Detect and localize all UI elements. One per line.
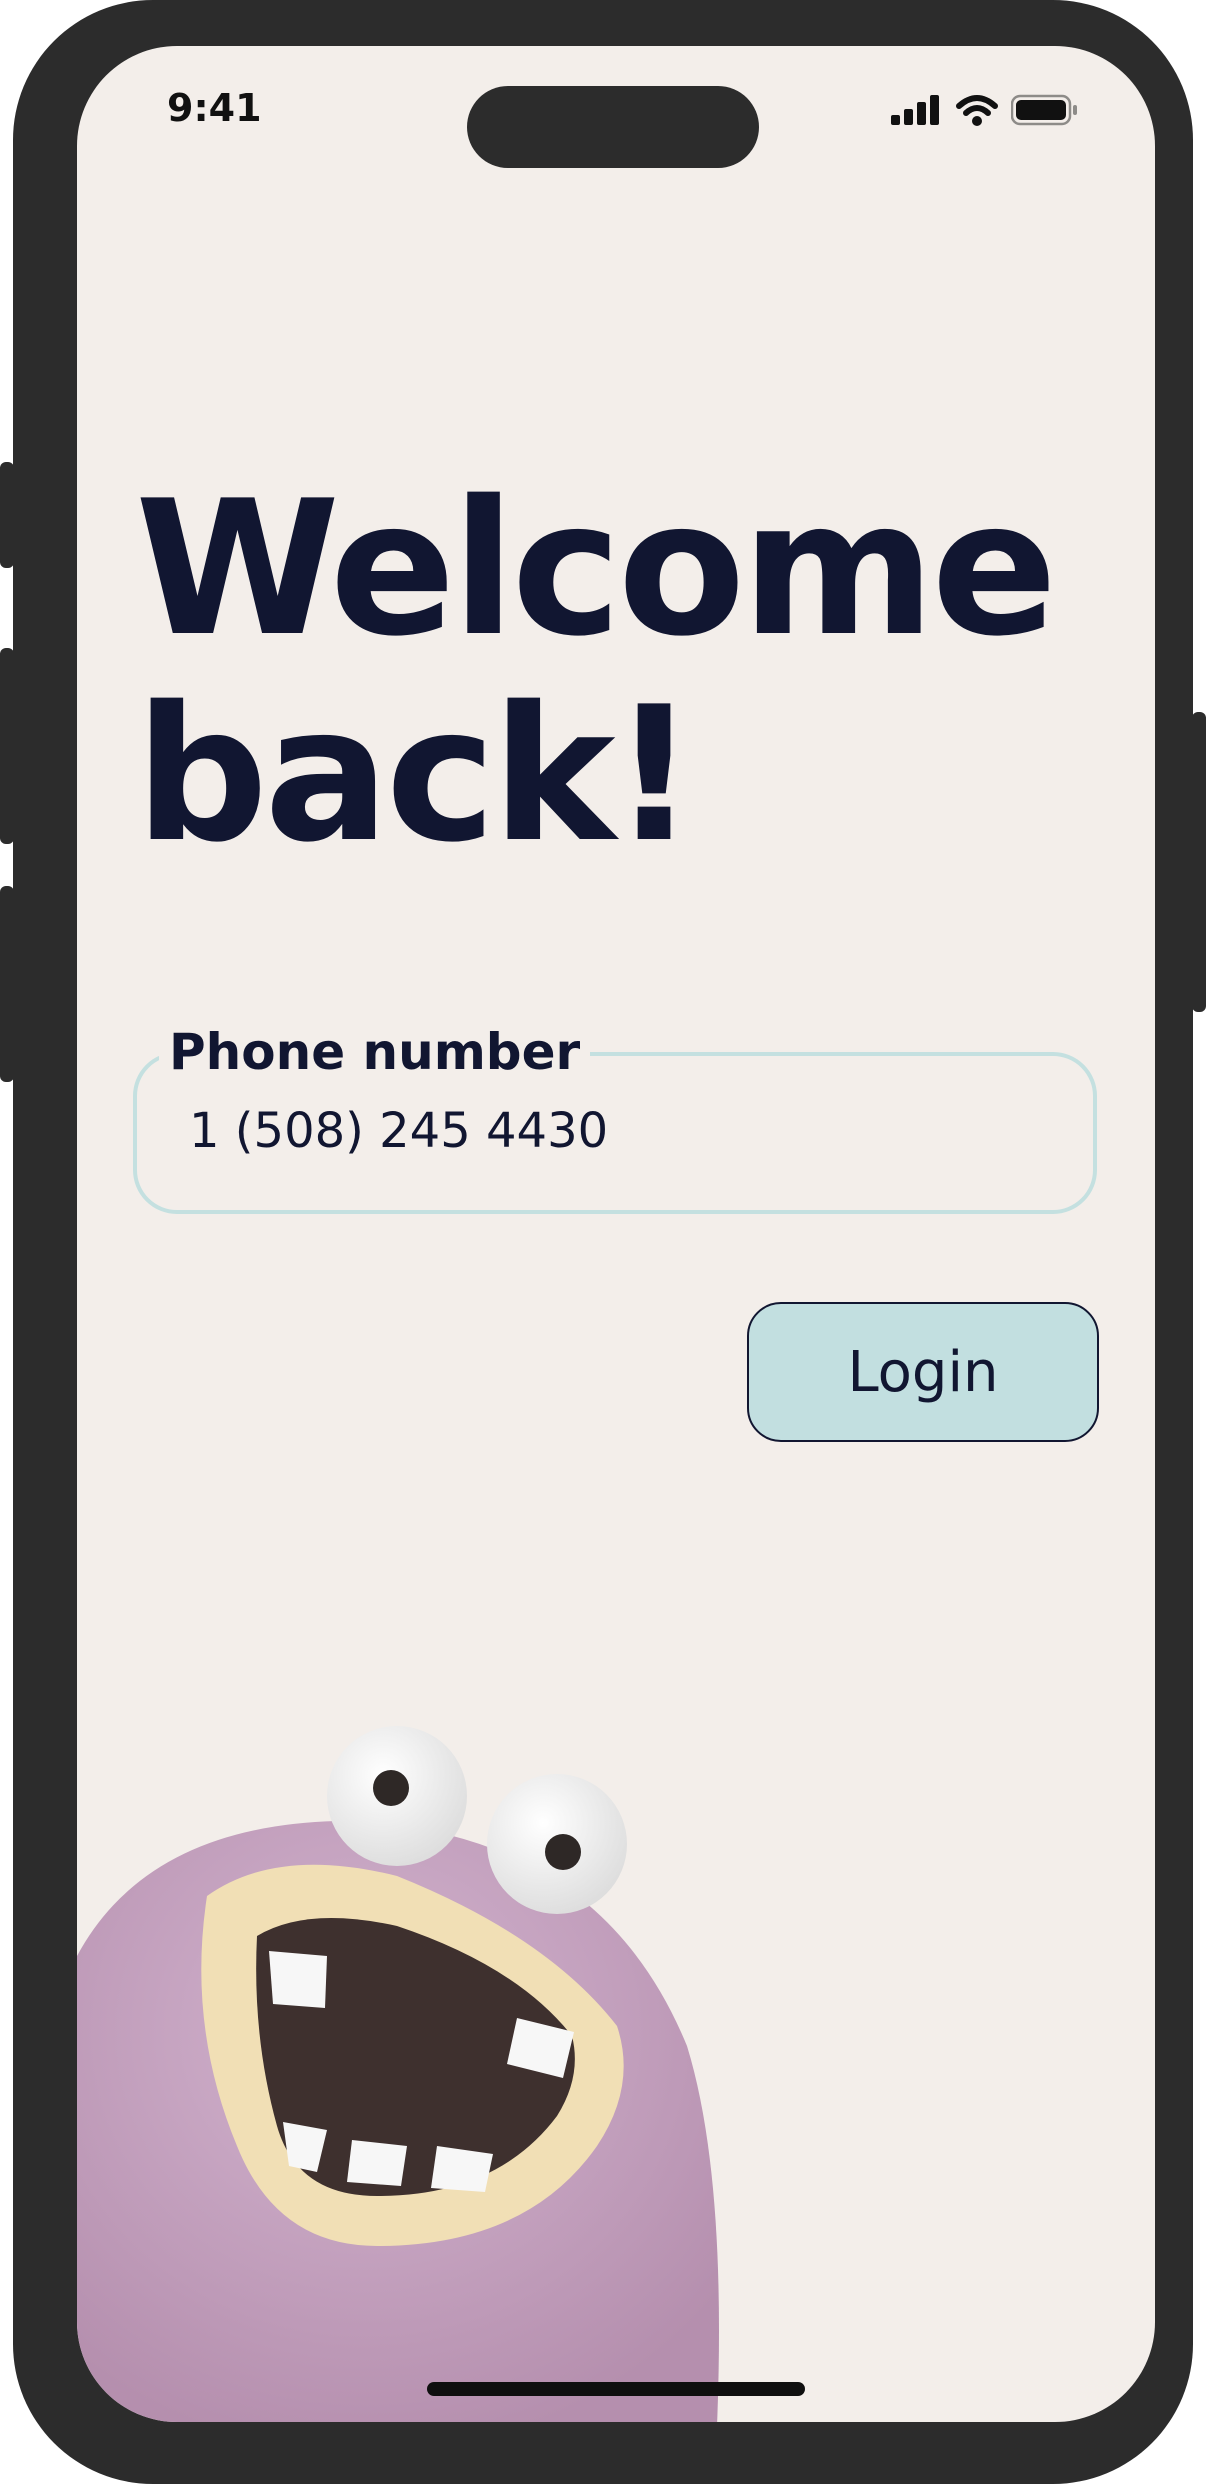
- monster-mascot-image: [77, 1726, 719, 2422]
- power-button[interactable]: [1192, 712, 1206, 1012]
- phone-number-field: Phone number: [133, 1022, 1097, 1214]
- dynamic-island: [467, 86, 759, 168]
- home-indicator[interactable]: [427, 2382, 805, 2396]
- mute-switch[interactable]: [0, 462, 14, 568]
- signal-icon: [891, 95, 939, 125]
- welcome-line-1: Welcome: [135, 460, 1057, 677]
- battery-icon: [1011, 94, 1077, 126]
- status-time: 9:41: [167, 86, 262, 130]
- volume-down-button[interactable]: [0, 886, 14, 1082]
- login-button[interactable]: Login: [747, 1302, 1099, 1442]
- wifi-icon: [956, 95, 998, 126]
- phone-number-input[interactable]: [189, 1098, 1049, 1164]
- welcome-headline: Welcome back!: [135, 466, 1057, 878]
- phone-number-label: Phone number: [159, 1022, 591, 1082]
- status-icons: [891, 94, 1079, 126]
- volume-up-button[interactable]: [0, 648, 14, 844]
- welcome-line-2: back!: [135, 666, 696, 883]
- app-screen: 9:41 Welcome back! Phone number 1 (508) …: [77, 46, 1155, 2422]
- phone-frame: 9:41 Welcome back! Phone number 1 (508) …: [13, 0, 1193, 2484]
